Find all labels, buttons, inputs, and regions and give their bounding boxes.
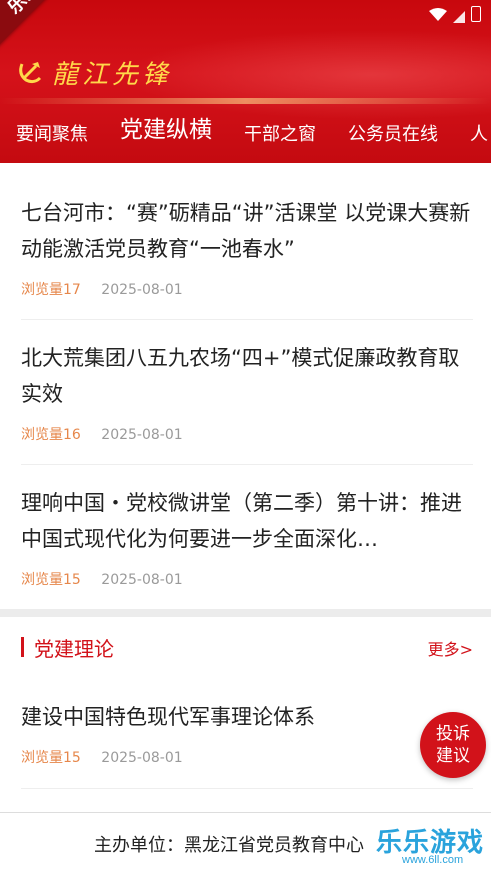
divider [21, 464, 473, 465]
app-header: 乐乐亲测 龍江先锋 要闻聚焦 党建纵横 干部之窗 公务员在线 人 [0, 0, 491, 163]
watermark-logo: 乐乐游戏 www.6ll.com [372, 820, 491, 874]
publish-date: 2025-08-01 [101, 572, 183, 588]
divider [21, 788, 473, 789]
watermark-url: www.6ll.com [402, 854, 464, 866]
news-title: 北大荒集团八五九农场“四+”模式促廉政教育取实效 [21, 346, 460, 406]
party-emblem-icon [16, 58, 44, 86]
news-meta: 浏览量15 2025-08-01 [21, 747, 473, 767]
news-meta: 浏览量17 2025-08-01 [21, 279, 473, 299]
header-band [0, 98, 491, 104]
news-item[interactable]: 建设中国特色现代军事理论体系 浏览量15 2025-08-01 [21, 699, 473, 767]
view-count: 浏览量15 [21, 750, 81, 766]
news-title: 七台河市：“赛”砺精品“讲”活课堂 以党课大赛新动能激活党员教育“一池春水” [21, 201, 471, 261]
category-tabs: 要闻聚焦 党建纵横 干部之窗 公务员在线 人 [0, 112, 491, 156]
app-logo-text: 龍江先锋 [52, 60, 173, 90]
fab-line1: 投诉 [436, 724, 470, 744]
tab-civil-servant[interactable]: 公务员在线 [348, 120, 438, 156]
news-title: 理响中国・党校微讲堂（第二季）第十讲：推进中国式现代化为何要进一步全面深化… [21, 491, 462, 551]
view-count: 浏览量15 [21, 572, 81, 588]
tab-cadre-window[interactable]: 干部之窗 [244, 120, 316, 156]
complaint-suggestion-button[interactable]: 投诉 建议 [420, 712, 486, 778]
news-meta: 浏览量15 2025-08-01 [21, 569, 473, 589]
status-bar [429, 6, 481, 23]
news-meta: 浏览量16 2025-08-01 [21, 424, 473, 444]
publish-date: 2025-08-01 [101, 427, 183, 443]
news-item[interactable]: 七台河市：“赛”砺精品“讲”活课堂 以党课大赛新动能激活党员教育“一池春水” 浏… [21, 195, 473, 299]
footer-organizer: 主办单位：黑龙江省党员教育中心 [94, 835, 364, 856]
section-header: 党建理论 更多> [21, 633, 473, 663]
divider [21, 319, 473, 320]
fab-line2: 建议 [436, 746, 470, 766]
view-count: 浏览量17 [21, 282, 81, 298]
view-count: 浏览量16 [21, 427, 81, 443]
publish-date: 2025-08-01 [101, 750, 183, 766]
publish-date: 2025-08-01 [101, 282, 183, 298]
news-title: 建设中国特色现代军事理论体系 [21, 705, 315, 729]
section-separator [0, 609, 491, 617]
section-accent-bar [21, 637, 24, 657]
tab-more-cut[interactable]: 人 [470, 120, 488, 156]
news-item[interactable]: 理响中国・党校微讲堂（第二季）第十讲：推进中国式现代化为何要进一步全面深化… 浏… [21, 485, 473, 589]
news-item[interactable]: 北大荒集团八五九农场“四+”模式促廉政教育取实效 浏览量16 2025-08-0… [21, 340, 473, 444]
section-title: 党建理论 [34, 637, 114, 661]
news-feed: 七台河市：“赛”砺精品“讲”活课堂 以党课大赛新动能激活党员教育“一池春水” 浏… [0, 163, 491, 812]
tab-news-focus[interactable]: 要闻聚焦 [16, 120, 88, 156]
signal-icon [453, 8, 465, 23]
ribbon-text: 乐乐亲测 [1, 0, 73, 19]
wifi-icon [429, 7, 447, 21]
battery-icon [471, 6, 481, 22]
test-ribbon: 乐乐亲测 [0, 0, 103, 49]
more-link[interactable]: 更多> [428, 636, 473, 660]
header-glow [120, 30, 491, 120]
tab-party-building[interactable]: 党建纵横 [120, 110, 212, 156]
